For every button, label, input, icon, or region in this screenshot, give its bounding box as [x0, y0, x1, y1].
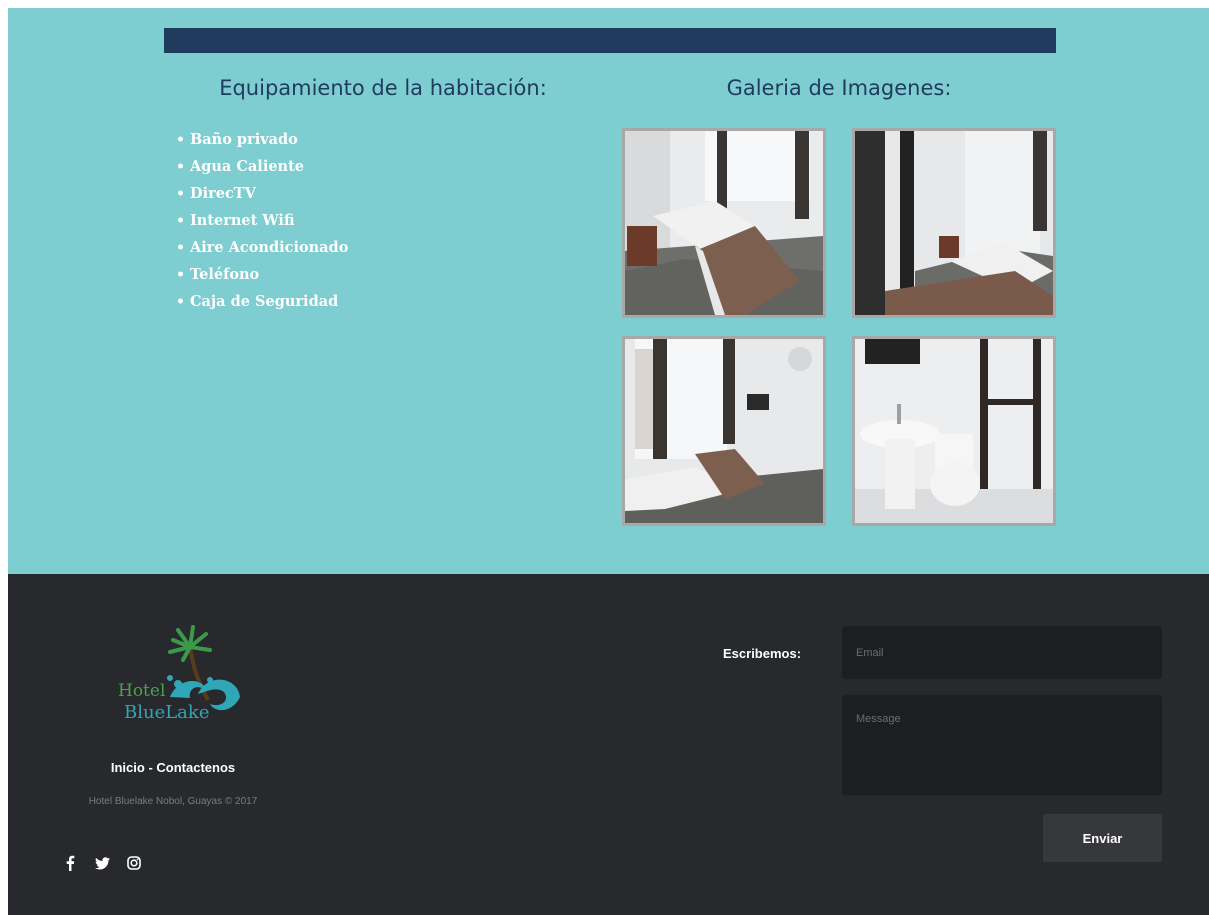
bedroom-photo-image	[855, 131, 1053, 315]
facebook-icon[interactable]	[57, 850, 83, 876]
message-field[interactable]	[842, 695, 1162, 795]
gallery-photo-bathroom[interactable]	[852, 336, 1056, 526]
footer-links: Inicio - Contactenos	[58, 760, 288, 775]
header-bar	[164, 28, 1056, 53]
amenity-item: Caja de Seguridad	[176, 292, 348, 319]
footer-link-inicio[interactable]: Inicio	[111, 760, 145, 775]
logo-image: Hotel BlueLake	[118, 625, 240, 723]
email-field[interactable]	[842, 626, 1162, 679]
room-details-section: Equipamiento de la habitación: Baño priv…	[8, 8, 1209, 574]
amenities-list: Baño privado Agua Caliente DirecTV Inter…	[176, 130, 348, 319]
hotel-bluelake-logo[interactable]: Hotel BlueLake	[98, 622, 248, 727]
svg-text:Hotel: Hotel	[118, 681, 165, 701]
gallery-photo-bedroom-1[interactable]	[622, 128, 826, 318]
footer-link-separator: -	[144, 760, 157, 775]
site-footer: Hotel BlueLake Inicio - Contactenos Hote…	[8, 574, 1209, 915]
amenity-item: Agua Caliente	[176, 157, 348, 184]
send-button[interactable]: Enviar	[1043, 814, 1162, 862]
page: Equipamiento de la habitación: Baño priv…	[8, 8, 1209, 915]
bedroom-photo-image	[625, 339, 823, 523]
copyright-text: Hotel Bluelake Nobol, Guayas © 2017	[88, 796, 258, 807]
gallery-photo-bedroom-2[interactable]	[852, 128, 1056, 318]
amenity-item: Teléfono	[176, 265, 348, 292]
gallery-photo-bedroom-3[interactable]	[622, 336, 826, 526]
amenity-item: Internet Wifi	[176, 211, 348, 238]
amenity-item: DirecTV	[176, 184, 348, 211]
bedroom-photo-image	[625, 131, 823, 315]
bathroom-photo-image	[855, 339, 1053, 523]
amenity-item: Aire Acondicionado	[176, 238, 348, 265]
amenity-item: Baño privado	[176, 130, 348, 157]
svg-text:BlueLake: BlueLake	[124, 702, 209, 723]
contact-label: Escribemos:	[723, 646, 802, 661]
instagram-icon[interactable]	[121, 850, 147, 876]
gallery-title: Galeria de Imagenes:	[726, 76, 952, 100]
amenities-title: Equipamiento de la habitación:	[219, 76, 547, 100]
twitter-icon[interactable]	[89, 850, 115, 876]
footer-link-contactenos[interactable]: Contactenos	[156, 760, 235, 775]
